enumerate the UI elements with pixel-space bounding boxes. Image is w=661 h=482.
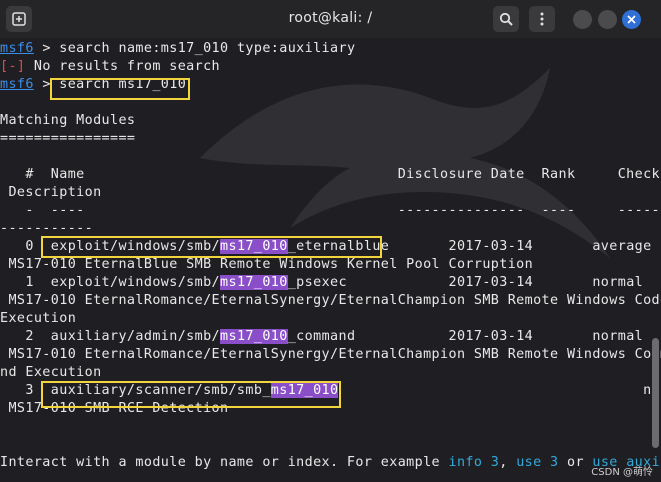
close-icon [627,15,636,24]
kebab-menu-icon [540,12,544,26]
footer-separator: or [558,455,593,470]
error-text: No results from search [25,59,221,74]
row-description: MS17-010 EternalRomance/EternalSynergy/E… [0,293,661,308]
footer-hint: Interact with a module by name or index.… [0,454,661,472]
matching-rule: ================ [0,131,136,146]
search-highlight: ms17_010 [220,329,288,344]
module-details: normal No [338,383,661,398]
annotation-box [41,236,382,258]
table-header-dashes: - ---- --------------- ---- ----- [0,203,661,218]
msf-prompt: msf6 [0,41,34,56]
title-bar: root@kali: / [0,0,661,39]
footer-use-command: use 3 [516,455,559,470]
table-row: 1 exploit/windows/smb/ms17_010_psexec 20… [0,274,661,292]
error-tag: [-] [0,59,26,74]
search-highlight: ms17_010 [220,275,288,290]
minimize-button[interactable] [573,10,592,29]
module-name: 2 auxiliary/admin/smb/ [0,329,221,344]
table-header-description: Description [0,185,102,200]
csdn-watermark: CSDN @萌怜 [591,467,653,478]
msf-prompt: msf6 [0,77,34,92]
search-button[interactable] [493,6,519,32]
prompt-line-1: msf6 > search name:ms17_010 type:auxilia… [0,40,355,58]
annotation-box [50,78,190,100]
table-row: 2 auxiliary/admin/smb/ms17_010_command 2… [0,328,661,346]
window-title: root@kali: / [288,10,373,26]
menu-button[interactable] [529,6,555,32]
terminal-area[interactable]: msf6 > search name:ms17_010 type:auxilia… [0,38,661,482]
module-details: _psexec 2017-03-14 normal Yes [287,275,661,290]
module-name: 1 exploit/windows/smb/ [0,275,221,290]
footer-info-command: info 3 [448,455,500,470]
search-icon [499,12,513,26]
kali-dragon-watermark [200,68,610,258]
vertical-scrollbar[interactable] [652,338,659,448]
row-description: MS17-010 EternalRomance/EternalSynergy/E… [0,347,661,362]
annotation-box [41,381,341,408]
footer-text: Interact with a module by name or index.… [0,455,449,470]
close-button[interactable] [622,10,641,29]
error-line: [-] No results from search [0,58,220,76]
row-description-wrap: nd Execution [0,365,102,380]
module-details: _command 2017-03-14 normal No [287,329,661,344]
maximize-button[interactable] [598,10,617,29]
footer-separator: , [499,455,517,470]
row-description-wrap: Execution [0,311,77,326]
table-header: # Name Disclosure Date Rank Check [0,167,661,182]
command-text: > search name:ms17_010 type:auxiliary [33,41,356,56]
matching-heading: Matching Modules [0,113,136,128]
row-description: MS17-010 EternalBlue SMB Remote Windows … [0,257,534,272]
